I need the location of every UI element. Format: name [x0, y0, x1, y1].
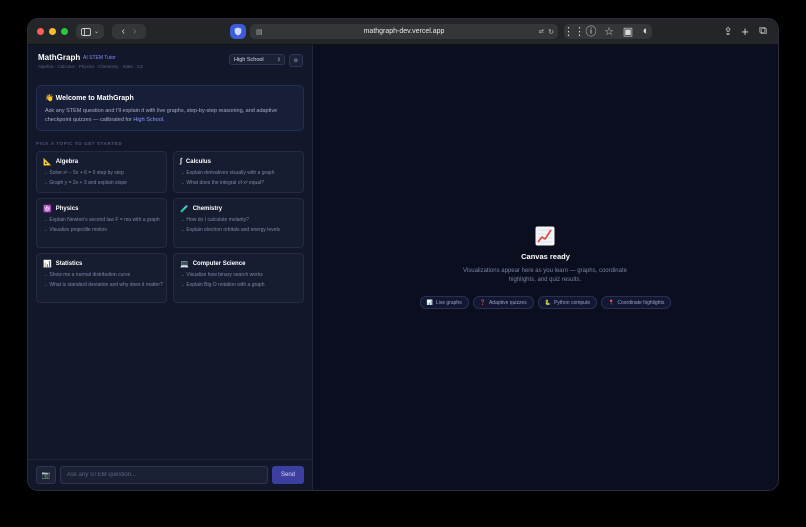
chat-input-bar: 📷 Send [28, 459, 312, 490]
reader-icon[interactable]: ◐ [638, 23, 654, 39]
new-tab-icon[interactable]: + [737, 23, 753, 39]
close-window-button[interactable] [37, 28, 44, 35]
grid-icon[interactable]: ⋮⋮ [563, 23, 585, 39]
camera-button[interactable]: 📷 [36, 466, 56, 484]
topic-prompt[interactable]: → Explain derivatives visually with a gr… [180, 170, 300, 177]
integral-icon: ∫ [180, 158, 182, 165]
topic-prompt[interactable]: → How do I calculate molarity? [180, 217, 300, 224]
pill-coordinate-highlights: 📍 Coordinate highlights [601, 296, 672, 309]
share-icon[interactable]: ⇪ [720, 23, 736, 39]
topic-card-chemistry[interactable]: 🧪 Chemistry → How do I calculate molarit… [173, 198, 304, 248]
topic-prompt[interactable]: → Graph y = 2x + 3 and explain slope [43, 180, 163, 187]
flask-icon: 🧪 [180, 206, 189, 213]
app-tagline: Algebra · Calculus · Physics · Chemistry… [38, 64, 144, 69]
translate-icon[interactable]: ⇄ [539, 28, 544, 35]
sidebar-icon [81, 27, 91, 36]
back-icon[interactable]: ‹ [122, 26, 125, 37]
pin-icon: 📍 [608, 299, 615, 306]
chart-increasing-icon [535, 226, 555, 246]
wave-icon: 👋 [45, 95, 54, 102]
pill-adaptive-quizzes: ❓ Adaptive quizzes [472, 296, 534, 309]
ruler-icon: 📐 [43, 159, 52, 166]
topic-prompt[interactable]: → Explain electron orbitals and energy l… [180, 227, 300, 234]
pill-live-graphs: 📊 Live graphs [419, 296, 469, 309]
minimize-window-button[interactable] [49, 28, 56, 35]
forward-icon[interactable]: › [133, 26, 136, 37]
pill-python-compute: 🐍 Python compute [537, 296, 598, 309]
zoom-window-button[interactable] [61, 28, 68, 35]
topic-card-physics[interactable]: ⚛️ Physics → Explain Newton's second law… [36, 198, 167, 248]
welcome-text: Ask any STEM question and I'll explain i… [45, 108, 278, 123]
topic-prompt[interactable]: → Solve x² − 5x + 6 = 0 step by step [43, 170, 163, 177]
canvas-description: Visualizations appear here as you learn … [463, 268, 627, 283]
level-highlight: High School [133, 117, 164, 123]
topic-prompt[interactable]: → Explain Big O notation with a graph [180, 282, 300, 289]
welcome-title: 👋 Welcome to MathGraph [45, 95, 134, 102]
chevron-updown-icon: ⇕ [276, 57, 281, 63]
sidebar: MathGraph AI STEM Tutor Algebra · Calcul… [28, 45, 313, 490]
browser-toolbar: ⌄ ‹ › ▤ mathgraph-dev.vercel.app ⇄ ↻ ⋮⋮ … [28, 19, 778, 45]
history-nav: ‹ › [112, 24, 146, 39]
level-select-value: High School [234, 56, 264, 63]
topic-prompt[interactable]: → Explain Newton's second law F = ma wit… [43, 217, 163, 224]
app-subtitle: AI STEM Tutor [83, 55, 116, 61]
topic-prompt[interactable]: → Visualize how binary search works [180, 272, 300, 279]
welcome-card: 👋 Welcome to MathGraph Ask any STEM ques… [36, 85, 304, 131]
topic-prompt[interactable]: → Visualize projectile motion [43, 227, 163, 234]
topic-prompt[interactable]: → What is standard deviation and why doe… [43, 282, 163, 289]
topic-title: Computer Science [192, 261, 246, 267]
send-button[interactable]: Send [272, 466, 304, 484]
topic-title: Chemistry [192, 206, 223, 212]
info-icon[interactable]: ⓘ [583, 23, 599, 39]
topic-card-computer-science[interactable]: 💻 Computer Science → Visualize how binar… [173, 253, 304, 303]
topic-prompt[interactable]: → What does the integral of x² equal? [180, 180, 300, 187]
shield-icon [234, 27, 242, 36]
print-icon[interactable]: ▣ [620, 23, 636, 39]
topic-title: Statistics [55, 261, 83, 267]
sidebar-toggle-button[interactable]: ⌄ [76, 24, 104, 39]
snake-icon: 🐍 [544, 299, 551, 306]
browser-window: ⌄ ‹ › ▤ mathgraph-dev.vercel.app ⇄ ↻ ⋮⋮ … [28, 19, 778, 490]
app-title: MathGraph [38, 53, 81, 62]
star-icon[interactable]: ☆ [601, 23, 617, 39]
gear-icon: ⚙ [293, 57, 299, 64]
privacy-shield-button[interactable] [230, 24, 246, 39]
chat-input[interactable] [60, 466, 268, 484]
bar-chart-icon: 📊 [43, 261, 52, 268]
topic-card-calculus[interactable]: ∫ Calculus → Explain derivatives visuall… [173, 151, 304, 193]
feature-pills: 📊 Live graphs ❓ Adaptive quizzes 🐍 Pytho… [313, 296, 778, 309]
topic-title: Algebra [55, 159, 79, 165]
camera-icon: 📷 [41, 472, 51, 479]
topic-title: Physics [55, 206, 79, 212]
question-icon: ❓ [479, 299, 486, 306]
topic-prompt[interactable]: → Show me a normal distribution curve [43, 272, 163, 279]
topic-card-statistics[interactable]: 📊 Statistics → Show me a normal distribu… [36, 253, 167, 303]
tabs-icon[interactable]: ⧉ [755, 23, 771, 39]
laptop-icon: 💻 [180, 261, 189, 268]
canvas-panel: Canvas ready Visualizations appear here … [313, 45, 778, 490]
level-select[interactable]: High School ⇕ [229, 54, 285, 65]
settings-button[interactable]: ⚙ [289, 54, 303, 67]
url-text: mathgraph-dev.vercel.app [363, 28, 445, 35]
topic-card-algebra[interactable]: 📐 Algebra → Solve x² − 5x + 6 = 0 step b… [36, 151, 167, 193]
bar-chart-icon: 📊 [426, 299, 433, 306]
topics-section-label: PICK A TOPIC TO GET STARTED [36, 141, 123, 146]
atom-icon: ⚛️ [43, 206, 52, 213]
canvas-title: Canvas ready [521, 252, 570, 261]
chevron-down-icon: ⌄ [93, 29, 100, 35]
page-icon: ▤ [256, 28, 263, 36]
topic-title: Calculus [185, 158, 211, 165]
address-bar[interactable]: ▤ mathgraph-dev.vercel.app ⇄ ↻ [250, 24, 558, 39]
reload-icon[interactable]: ↻ [548, 28, 554, 36]
